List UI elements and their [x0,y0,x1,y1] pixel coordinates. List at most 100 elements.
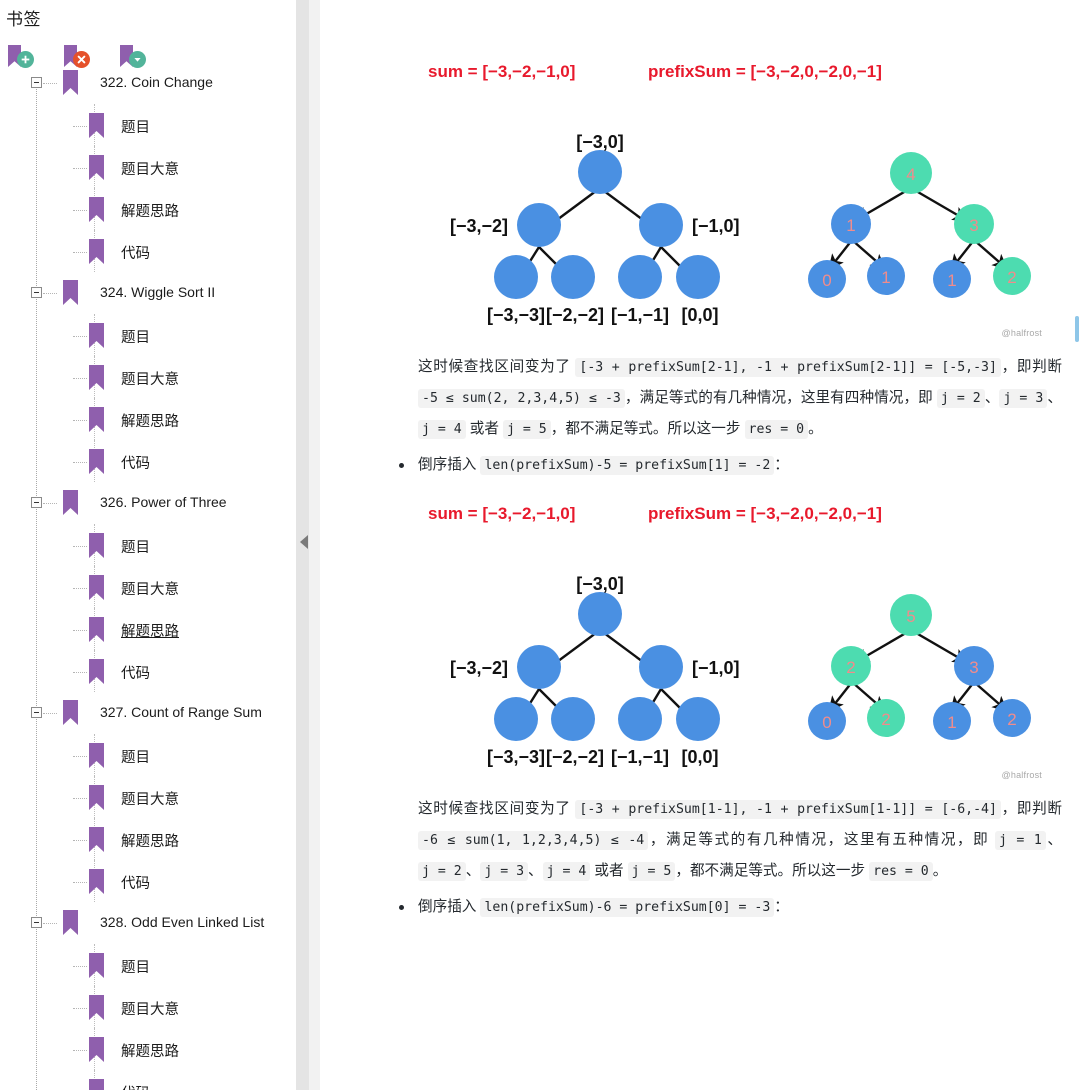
bookmark-icon [89,617,104,642]
p2-text-8: ，都不满足等式。所以这一步 [675,863,870,879]
tree-item-section[interactable]: 代码 [0,230,296,272]
p2-code-2: -6 ≤ sum(1, 1,2,3,4,5) ≤ -4 [418,831,649,850]
p1-code-7: res = 0 [744,420,809,439]
svg-text:1: 1 [947,713,956,732]
p1-text-6: 或者 [465,421,504,437]
svg-text:[−1,0]: [−1,0] [692,658,740,678]
svg-text:[−3,0]: [−3,0] [576,574,624,594]
paragraph-2: 这时候查找区间变为了 [-3 + prefixSum[1-1], -1 + pr… [418,794,1062,887]
tree-item-section[interactable]: 题目 [0,314,296,356]
tree-guide-dot [73,420,87,422]
tree-guide-dot [73,672,87,674]
tree-item-label: 题目大意 [121,792,179,808]
figure-2-right-title: prefixSum = [−3,−2,0,−2,0,−1] [648,504,882,523]
tree-guide-dot [73,966,87,968]
tree-guide-dot [43,293,57,295]
svg-text:0: 0 [822,713,831,732]
tree-item-section[interactable]: 题目大意 [0,146,296,188]
figure-2-watermark: @halfrost [1001,770,1042,780]
content-scrollbar-thumb[interactable] [1075,316,1079,342]
tree-item-section[interactable]: 题目大意 [0,986,296,1028]
tree-item-section[interactable]: 代码 [0,650,296,692]
p2-code-5: j = 3 [480,862,529,881]
tree-collapse-toggle[interactable] [31,707,42,718]
svg-text:[0,0]: [0,0] [681,305,718,325]
tree-item-label: 代码 [121,1082,150,1090]
svg-text:[−3,−3]: [−3,−3] [487,305,545,325]
p2-code-7: j = 5 [627,862,676,881]
svg-text:[−3,−3]: [−3,−3] [487,747,545,767]
b1-code-1: len(prefixSum)-5 = prefixSum[1] = -2 [480,456,775,475]
tree-item-chapter[interactable]: 324. Wiggle Sort II [0,272,296,314]
tree-guide-dot [73,798,87,800]
tree-guide-dot [73,546,87,548]
svg-text:[0,0]: [0,0] [681,747,718,767]
tree-collapse-toggle[interactable] [31,287,42,298]
tree-item-label: 解题思路 [121,624,179,640]
tree-item-chapter[interactable]: 327. Count of Range Sum [0,692,296,734]
svg-text:0: 0 [822,271,831,290]
bookmark-icon [89,785,104,810]
p1-code-6: j = 5 [503,420,551,439]
bullet-1: 倒序插入 len(prefixSum)-5 = prefixSum[1] = -… [399,451,1062,480]
tree-item-section[interactable]: 题目大意 [0,356,296,398]
svg-text:1: 1 [881,268,890,287]
tree-item-chapter[interactable]: 322. Coin Change [0,62,296,104]
tree-item-section[interactable]: 题目 [0,944,296,986]
bookmark-icon [89,869,104,894]
tree-item-section[interactable]: 解题思路 [0,398,296,440]
tree-item-label: 328. Odd Even Linked List [100,914,265,930]
tree-collapse-toggle[interactable] [31,497,42,508]
bookmark-panel: 书签 322. Coin Change 题目 题目大意 解题思路 代码 324. Wigg… [0,0,296,1090]
tree-guide-dot [73,588,87,590]
p2-code-3: j = 1 [994,831,1046,850]
tree-item-label: 322. Coin Change [100,74,213,90]
tree-item-section[interactable]: 题目 [0,104,296,146]
paragraph-1: 这时候查找区间变为了 [-3 + prefixSum[2-1], -1 + pr… [418,352,1062,445]
p2-text-5: 、 [465,863,481,879]
tree-item-label: 326. Power of Three [100,494,227,510]
tree-item-label: 代码 [121,876,150,892]
tree-item-label: 代码 [121,666,150,682]
tree-item-section[interactable]: 代码 [0,860,296,902]
tree-item-label: 题目 [121,960,150,976]
tree-item-label: 327. Count of Range Sum [100,704,262,720]
tree-item-label: 题目 [121,750,150,766]
tree-guide-dot [43,713,57,715]
svg-text:2: 2 [1007,268,1016,287]
tree-item-section[interactable]: 解题思路 [0,1028,296,1070]
tree-item-section[interactable]: 解题思路 [0,188,296,230]
bookmark-icon [89,575,104,600]
tree-item-section[interactable]: 解题思路 [0,818,296,860]
p2-code-8: res = 0 [869,862,933,881]
figure-1-watermark: @halfrost [1001,328,1042,338]
bookmark-icon [89,659,104,684]
svg-text:[−1,−1]: [−1,−1] [611,305,669,325]
content-scrollbar-track[interactable] [1074,0,1080,1090]
p1-text-5: 、 [1047,390,1062,406]
tree-collapse-toggle[interactable] [31,77,42,88]
tree-item-section[interactable]: 题目大意 [0,566,296,608]
tree-guide-dot [73,378,87,380]
tree-item-chapter[interactable]: 328. Odd Even Linked List [0,902,296,944]
tree-item-section[interactable]: 解题思路 [0,608,296,650]
tree-collapse-toggle[interactable] [31,917,42,928]
tree-item-section[interactable]: 题目大意 [0,776,296,818]
tree-guide-dot [73,756,87,758]
tree-item-chapter[interactable]: 326. Power of Three [0,482,296,524]
p2-code-6: j = 4 [542,862,591,881]
tree-item-section[interactable]: 代码 [0,1070,296,1090]
tree-item-label: 解题思路 [121,414,179,430]
figure-1: sum = [−3,−2,−1,0] prefixSum = [−3,−2,0,… [320,62,1080,338]
tree-item-label: 解题思路 [121,204,179,220]
tree-item-section[interactable]: 题目 [0,524,296,566]
bookmark-icon [89,449,104,474]
bookmark-icon [89,743,104,768]
tree-item-section[interactable]: 题目 [0,734,296,776]
p2-text-1: 这时候查找区间变为了 [418,801,576,817]
collapse-panel-arrow-icon[interactable] [300,535,308,549]
bookmark-icon [89,407,104,432]
svg-text:1: 1 [846,216,855,235]
tree-item-section[interactable]: 代码 [0,440,296,482]
panel-title: 书签 [6,10,41,29]
